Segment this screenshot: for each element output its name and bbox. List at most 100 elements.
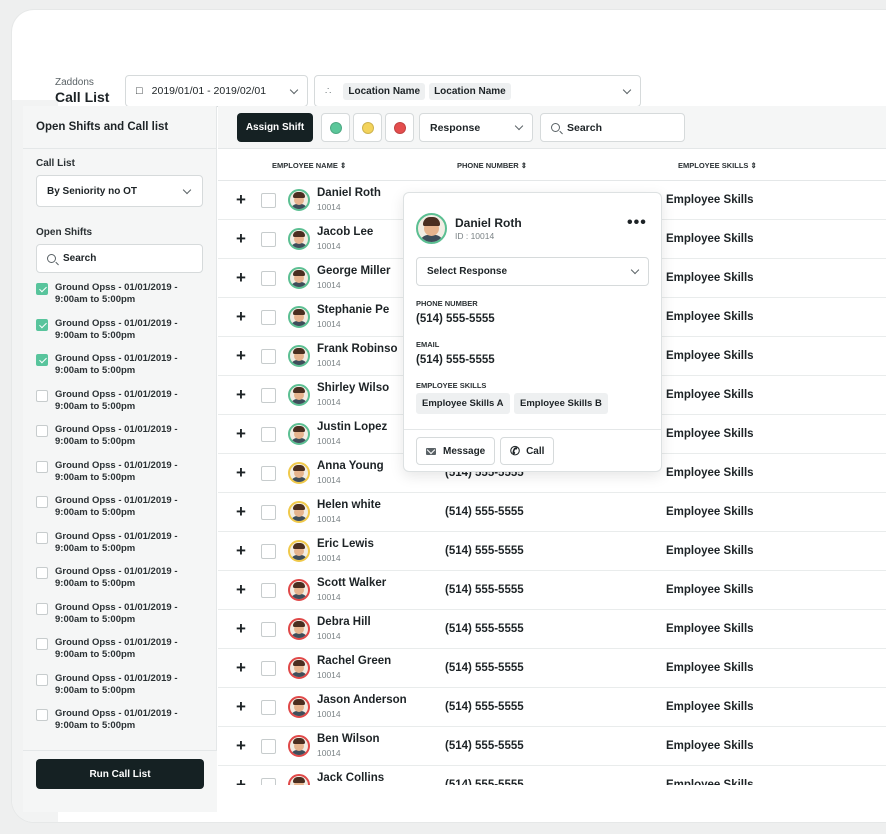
row-checkbox[interactable] bbox=[261, 739, 276, 754]
run-call-list-button[interactable]: Run Call List bbox=[36, 759, 204, 789]
status-filter-yellow[interactable] bbox=[353, 113, 382, 142]
row-checkbox[interactable] bbox=[261, 622, 276, 637]
expand-plus-icon[interactable]: + bbox=[236, 308, 246, 325]
shift-item[interactable]: Ground Opss - 01/01/2019 - 9:00am to 5:0… bbox=[23, 282, 216, 318]
row-checkbox[interactable] bbox=[261, 583, 276, 598]
employee-name[interactable]: Eric Lewis bbox=[317, 538, 374, 550]
table-row[interactable]: + Eric Lewis 10014 (514) 555-5555 Employee S… bbox=[218, 532, 886, 571]
status-filter-red[interactable] bbox=[385, 113, 414, 142]
shift-item[interactable]: Ground Opss - 01/01/2019 - 9:00am to 5:0… bbox=[23, 460, 216, 496]
call-list-select[interactable]: By Seniority no OT bbox=[36, 175, 203, 207]
table-row[interactable]: + Rachel Green 10014 (514) 555-5555 Employee… bbox=[218, 649, 886, 688]
row-checkbox[interactable] bbox=[261, 232, 276, 247]
shift-checkbox[interactable] bbox=[36, 389, 48, 402]
expand-plus-icon[interactable]: + bbox=[236, 581, 246, 598]
row-checkbox[interactable] bbox=[261, 310, 276, 325]
expand-plus-icon[interactable]: + bbox=[236, 620, 246, 637]
shift-checkbox[interactable] bbox=[36, 709, 48, 721]
shift-item[interactable]: Ground Opss - 01/01/2019 - 9:00am to 5:0… bbox=[23, 637, 216, 673]
shift-item[interactable]: Ground Opss - 01/01/2019 - 9:00am to 5:0… bbox=[23, 389, 216, 425]
shift-checkbox[interactable] bbox=[36, 602, 48, 615]
employee-name[interactable]: Rachel Green bbox=[317, 655, 391, 667]
table-row[interactable]: + Ben Wilson 10014 (514) 555-5555 Employee S… bbox=[218, 727, 886, 766]
expand-plus-icon[interactable]: + bbox=[236, 503, 246, 520]
employee-name[interactable]: Anna Young bbox=[317, 460, 384, 472]
expand-plus-icon[interactable]: + bbox=[236, 659, 246, 676]
table-search-input[interactable]: Search bbox=[540, 113, 685, 142]
expand-plus-icon[interactable]: + bbox=[236, 230, 246, 247]
row-checkbox[interactable] bbox=[261, 661, 276, 676]
shift-checkbox[interactable] bbox=[36, 425, 48, 437]
expand-plus-icon[interactable]: + bbox=[236, 269, 246, 286]
employee-name[interactable]: Justin Lopez bbox=[317, 421, 387, 433]
expand-plus-icon[interactable]: + bbox=[236, 698, 246, 715]
table-row[interactable]: + Jason Anderson 10014 (514) 555-5555 Employ… bbox=[218, 688, 886, 727]
row-checkbox[interactable] bbox=[261, 427, 276, 442]
location-filter[interactable]: ∴ Location Name Location Name bbox=[314, 75, 641, 107]
shift-item[interactable]: Ground Opss - 01/01/2019 - 9:00am to 5:0… bbox=[23, 602, 216, 638]
expand-plus-icon[interactable]: + bbox=[236, 191, 246, 208]
table-row[interactable]: + Scott Walker 10014 (514) 555-5555 Employee… bbox=[218, 571, 886, 610]
column-phone-number[interactable]: PHONE NUMBER ⇕ bbox=[457, 161, 527, 170]
employee-name[interactable]: Helen white bbox=[317, 499, 381, 511]
employee-name[interactable]: Frank Robinso bbox=[317, 343, 398, 355]
expand-plus-icon[interactable]: + bbox=[236, 464, 246, 481]
row-checkbox[interactable] bbox=[261, 778, 276, 785]
row-checkbox[interactable] bbox=[261, 700, 276, 715]
shift-item[interactable]: Ground Opss - 01/01/2019 - 9:00am to 5:0… bbox=[23, 673, 216, 709]
employee-name[interactable]: Daniel Roth bbox=[317, 187, 381, 199]
message-button[interactable]: Message bbox=[416, 437, 496, 465]
select-response-dropdown[interactable]: Select Response bbox=[416, 257, 649, 286]
status-filter-green[interactable] bbox=[321, 113, 350, 142]
expand-plus-icon[interactable]: + bbox=[236, 425, 246, 442]
shift-checkbox[interactable] bbox=[36, 354, 48, 366]
location-tag[interactable]: Location Name bbox=[343, 82, 426, 100]
expand-plus-icon[interactable]: + bbox=[236, 737, 246, 754]
table-row[interactable]: + Debra Hill 10014 (514) 555-5555 Employee S… bbox=[218, 610, 886, 649]
shift-item[interactable]: Ground Opss - 01/01/2019 - 9:00am to 5:0… bbox=[23, 495, 216, 531]
shift-search-input[interactable]: Search bbox=[36, 244, 203, 273]
row-checkbox[interactable] bbox=[261, 349, 276, 364]
shift-item[interactable]: Ground Opss - 01/01/2019 - 9:00am to 5:0… bbox=[23, 353, 216, 389]
column-employee-name[interactable]: EMPLOYEE NAME ⇕ bbox=[272, 161, 346, 170]
expand-plus-icon[interactable]: + bbox=[236, 386, 246, 403]
response-select[interactable]: Response bbox=[419, 113, 533, 142]
shift-item[interactable]: Ground Opss - 01/01/2019 - 9:00am to 5:0… bbox=[23, 708, 216, 744]
employee-name[interactable]: Jason Anderson bbox=[317, 694, 407, 706]
shift-checkbox[interactable] bbox=[36, 496, 48, 508]
call-button[interactable]: ✆ Call bbox=[500, 437, 555, 465]
employee-name[interactable]: Ben Wilson bbox=[317, 733, 380, 745]
row-checkbox[interactable] bbox=[261, 544, 276, 559]
shift-checkbox[interactable] bbox=[36, 531, 48, 544]
location-tag[interactable]: Location Name bbox=[429, 82, 511, 100]
shift-checkbox[interactable] bbox=[36, 460, 48, 473]
shift-checkbox[interactable] bbox=[36, 673, 48, 686]
assign-shift-button[interactable]: Assign Shift bbox=[237, 113, 313, 142]
row-checkbox[interactable] bbox=[261, 271, 276, 286]
employee-name[interactable]: Debra Hill bbox=[317, 616, 371, 628]
employee-name[interactable]: Scott Walker bbox=[317, 577, 386, 589]
row-checkbox[interactable] bbox=[261, 505, 276, 520]
table-row[interactable]: +Jack Collins10014(514) 555-5555Employee… bbox=[218, 766, 886, 785]
shift-item[interactable]: Ground Opss - 01/01/2019 - 9:00am to 5:0… bbox=[23, 318, 216, 354]
expand-plus-icon[interactable]: + bbox=[236, 776, 246, 785]
shift-checkbox[interactable] bbox=[36, 567, 48, 579]
shift-item[interactable]: Ground Opss - 01/01/2019 - 9:00am to 5:0… bbox=[23, 531, 216, 567]
row-checkbox[interactable] bbox=[261, 388, 276, 403]
shift-checkbox[interactable] bbox=[36, 318, 48, 331]
employee-name[interactable]: Jack Collins bbox=[317, 772, 384, 784]
table-row[interactable]: + Helen white 10014 (514) 555-5555 Employee … bbox=[218, 493, 886, 532]
expand-plus-icon[interactable]: + bbox=[236, 542, 246, 559]
more-horizontal-icon[interactable]: ••• bbox=[627, 215, 647, 231]
shift-checkbox[interactable] bbox=[36, 283, 48, 295]
shift-item[interactable]: Ground Opss - 01/01/2019 - 9:00am to 5:0… bbox=[23, 424, 216, 460]
row-checkbox[interactable] bbox=[261, 466, 276, 481]
employee-name[interactable]: George Miller bbox=[317, 265, 391, 277]
shift-item[interactable]: Ground Opss - 01/01/2019 - 9:00am to 5:0… bbox=[23, 566, 216, 602]
row-checkbox[interactable] bbox=[261, 193, 276, 208]
expand-plus-icon[interactable]: + bbox=[236, 347, 246, 364]
date-range-picker[interactable]: □ 2019/01/01 - 2019/02/01 bbox=[125, 75, 308, 107]
shift-checkbox[interactable] bbox=[36, 638, 48, 650]
column-employee-skills[interactable]: EMPLOYEE SKILLS ⇕ bbox=[678, 161, 757, 170]
employee-name[interactable]: Shirley Wilso bbox=[317, 382, 389, 394]
